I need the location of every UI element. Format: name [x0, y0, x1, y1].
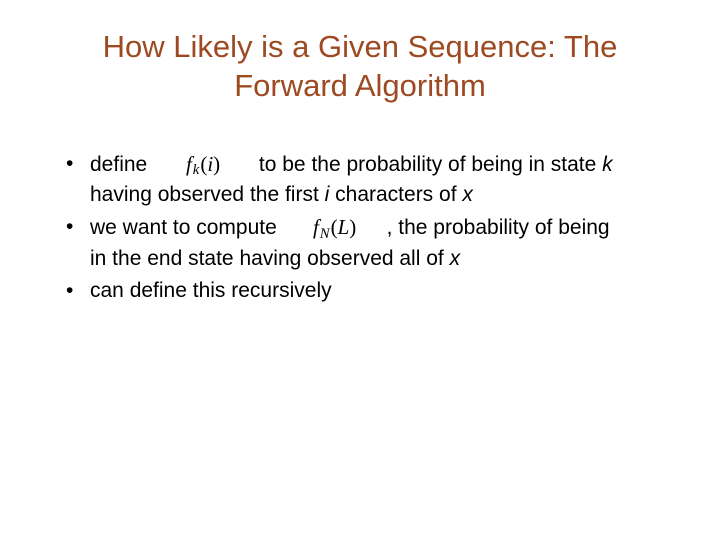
text-recursive: can define this recursively: [90, 279, 332, 302]
var-x-2: x: [450, 247, 461, 270]
math-f2: f: [313, 215, 319, 239]
slide: How Likely is a Given Sequence: The Forw…: [0, 0, 720, 330]
text-prob-state: to be the probability of being in state: [259, 153, 602, 176]
bullet-list: define fk(i) to be the probability of be…: [48, 150, 672, 210]
math-fn-l: fN(L): [293, 213, 377, 245]
page-title: How Likely is a Given Sequence: The Forw…: [48, 28, 672, 106]
bullet-list-2: we want to compute fN(L) , the probabili…: [48, 213, 672, 305]
math-f: f: [186, 152, 192, 176]
bullet-define: define fk(i) to be the probability of be…: [48, 150, 672, 210]
text-want-compute: we want to compute: [90, 216, 277, 239]
bullet-recursive: can define this recursively: [48, 277, 672, 305]
var-k: k: [602, 153, 613, 176]
math-arg-l: L: [338, 215, 350, 239]
bullet-compute: we want to compute fN(L) , the probabili…: [48, 213, 672, 273]
text-chars-of: characters of: [329, 183, 462, 206]
text-define: define: [90, 153, 147, 176]
math-sub-n: N: [319, 226, 331, 242]
var-x-1: x: [462, 183, 473, 206]
math-fk-i: fk(i): [167, 150, 239, 182]
text-prob-being: , the probability of being: [387, 216, 610, 239]
text-end-state: in the end state having observed all of: [90, 247, 450, 270]
text-observed-first: having observed the first: [90, 183, 325, 206]
